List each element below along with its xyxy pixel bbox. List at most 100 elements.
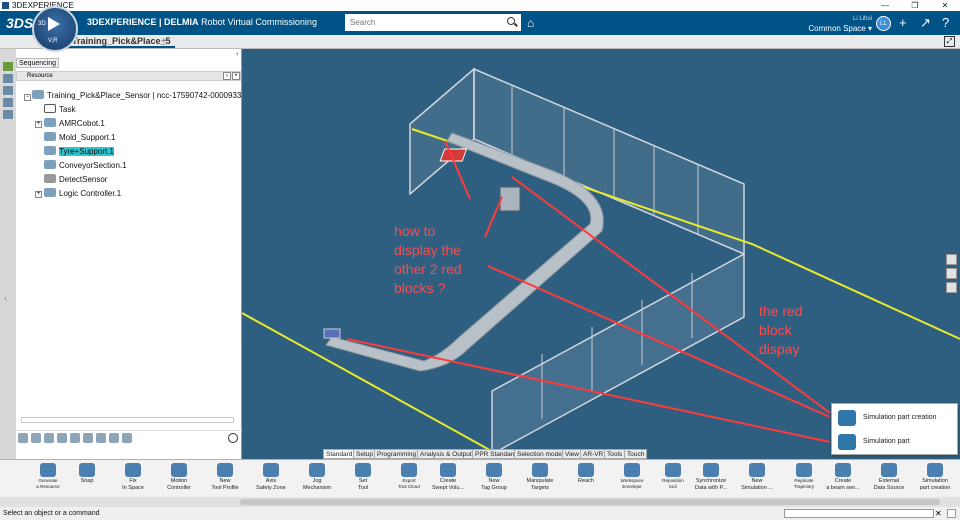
minimize-button[interactable]: — [870, 0, 900, 11]
tab-training-pick-place[interactable]: Training_Pick&Place_5 [68, 35, 175, 48]
create-swept-volume-button[interactable]: Create Swept Volu... [425, 463, 471, 498]
workspace-envelope-button[interactable]: Workspace Envelope [609, 463, 655, 498]
simulation-part-popup: Simulation part creation Simulation part… [831, 403, 958, 467]
share-icon[interactable]: ↗ [920, 15, 931, 31]
header-expand-button[interactable]: › [223, 72, 231, 80]
tab-tools[interactable]: Tools [604, 449, 626, 459]
new-tool-profile-button[interactable]: New Tool Profile [202, 463, 248, 498]
manipulate-targets-button[interactable]: Manipulate Targets [517, 463, 563, 498]
tree-expander-root[interactable]: − [24, 94, 31, 101]
fix-in-space-button[interactable]: Fix In Space [110, 463, 156, 498]
add-icon[interactable]: + [899, 15, 907, 30]
space-selector[interactable]: Common Space ▾ [808, 24, 872, 34]
tree-horizontal-scrollbar[interactable] [21, 417, 234, 423]
snap-button[interactable]: Snap [64, 463, 110, 498]
restore-button[interactable]: ❐ [900, 0, 930, 11]
new-tag-group-button[interactable]: New Tag Group [471, 463, 517, 498]
tab-ar-vr[interactable]: AR-VR [580, 449, 607, 459]
collapse-icon[interactable] [44, 433, 54, 443]
scrollbar-thumb[interactable] [240, 499, 940, 505]
tree-item-mold-support[interactable]: Mold_Support.1 [44, 132, 115, 143]
tab-ppr-standard[interactable]: PPR Standard [472, 449, 520, 459]
panel-search-icon[interactable] [228, 433, 238, 443]
tag-icon[interactable]: ⌂ [527, 16, 534, 30]
tree-item-detect-sensor[interactable]: DetectSensor [44, 174, 107, 185]
set-tool-button[interactable]: Set Tool [340, 463, 386, 498]
help-icon[interactable]: ? [942, 15, 949, 30]
settings-icon[interactable] [96, 433, 106, 443]
lock-icon[interactable] [18, 433, 28, 443]
button-label: Tool [357, 484, 369, 491]
tab-programming[interactable]: Programming [374, 449, 420, 459]
avatar[interactable]: LL [876, 16, 891, 31]
sequencing-icon[interactable] [3, 62, 13, 71]
tree-item-label: AMRCobot.1 [59, 119, 105, 128]
search-icon[interactable] [507, 17, 515, 25]
conveyor-icon [44, 160, 56, 169]
jog-mechanism-button[interactable]: Jog Mechanism [294, 463, 340, 498]
user-info[interactable]: Li Lihui Common Space ▾ [808, 14, 872, 34]
tab-sequencing[interactable]: Sequencing [16, 58, 59, 68]
tree-item-task[interactable]: Task [44, 104, 75, 115]
tree-expander-logic-controller[interactable]: + [35, 191, 42, 198]
tree-root-item[interactable]: Training_Pick&Place_Sensor | ncc-1759074… [32, 90, 246, 101]
render-icon[interactable] [946, 268, 957, 279]
fullscreen-icon[interactable]: ⤢ [944, 36, 955, 47]
status-help-button[interactable] [947, 509, 956, 518]
new-tab-button[interactable]: + [161, 36, 167, 47]
tab-selection-mode[interactable]: Selection mode [514, 449, 565, 459]
clear-command-button[interactable]: ✕ [935, 509, 942, 518]
window-controls: — ❐ ✕ [870, 0, 960, 11]
link-icon[interactable] [57, 433, 67, 443]
tree-item-tyre-support[interactable]: Tyre+Support.1 [44, 146, 114, 157]
tab-standard[interactable]: Standard [323, 449, 356, 459]
expand-icon[interactable] [31, 433, 41, 443]
external-data-source-button[interactable]: External Data Source [866, 463, 912, 498]
compass-widget[interactable]: 3D V,R [32, 6, 78, 52]
jog-icon [309, 463, 325, 477]
motion-controller-button[interactable]: Motion Controller [156, 463, 202, 498]
play-icon[interactable] [48, 17, 60, 31]
export-icon [401, 463, 417, 477]
axis-safety-zone-button[interactable]: Axis Safety Zone [248, 463, 294, 498]
header-close-button[interactable]: × [232, 72, 240, 80]
collapse-panel-icon[interactable]: ‹ [236, 49, 239, 58]
tree-item-logic-controller[interactable]: Logic Controller.1 [44, 188, 121, 199]
tree-icon[interactable] [3, 86, 13, 95]
3d-viewport[interactable]: how to display the other 2 red blocks ? … [242, 49, 960, 459]
tree-item-conveyor-section[interactable]: ConveyorSection.1 [44, 160, 127, 171]
new-simulation-button[interactable]: New Simulation ... [734, 463, 780, 498]
simulation-part-creation-button[interactable]: Simulation part creation [912, 463, 958, 498]
button-label: part creation [919, 484, 951, 491]
reach-button[interactable]: Reach [563, 463, 609, 498]
tree-item-label: Task [59, 105, 76, 114]
generate-resource-icon [40, 463, 56, 477]
tree-item-label: DetectSensor [59, 175, 108, 184]
tab-touch[interactable]: Touch [624, 449, 648, 459]
layers-icon[interactable] [3, 98, 13, 107]
search-input[interactable] [345, 14, 521, 31]
tab-analysis-output[interactable]: Analysis & Output [417, 449, 475, 459]
tree-item-amrcobot[interactable]: AMRCobot.1 [44, 118, 105, 129]
tab-setup[interactable]: Setup [353, 449, 376, 459]
ds-logo-icon[interactable]: 3DS [6, 15, 33, 31]
create-beam-sensor-button[interactable]: Create a beam sen... [820, 463, 866, 498]
sync-icon[interactable] [122, 433, 132, 443]
command-input[interactable] [784, 509, 934, 518]
resource-icon[interactable] [3, 74, 13, 83]
left-toolstrip: ‹ [0, 49, 16, 459]
close-button[interactable]: ✕ [930, 0, 960, 11]
tools-icon[interactable] [109, 433, 119, 443]
view-icon[interactable] [946, 254, 957, 265]
simulation-part-creation-item[interactable]: Simulation part creation [835, 407, 955, 429]
camera-icon[interactable] [946, 282, 957, 293]
filter-icon[interactable] [3, 110, 13, 119]
tab-view[interactable]: View [562, 449, 582, 459]
panel-toggle-arrow-icon[interactable]: ‹ [4, 293, 7, 303]
synchronize-data-button[interactable]: Synchronize Data with P... [688, 463, 734, 498]
action-bar-scrollbar[interactable] [0, 497, 960, 507]
filter-icon[interactable] [70, 433, 80, 443]
tree-expander-amrcobot[interactable]: + [35, 121, 42, 128]
group-icon[interactable] [83, 433, 93, 443]
top-bar: 3DS 3DEXPERIENCE | DELMIA Robot Virtual … [0, 11, 960, 35]
